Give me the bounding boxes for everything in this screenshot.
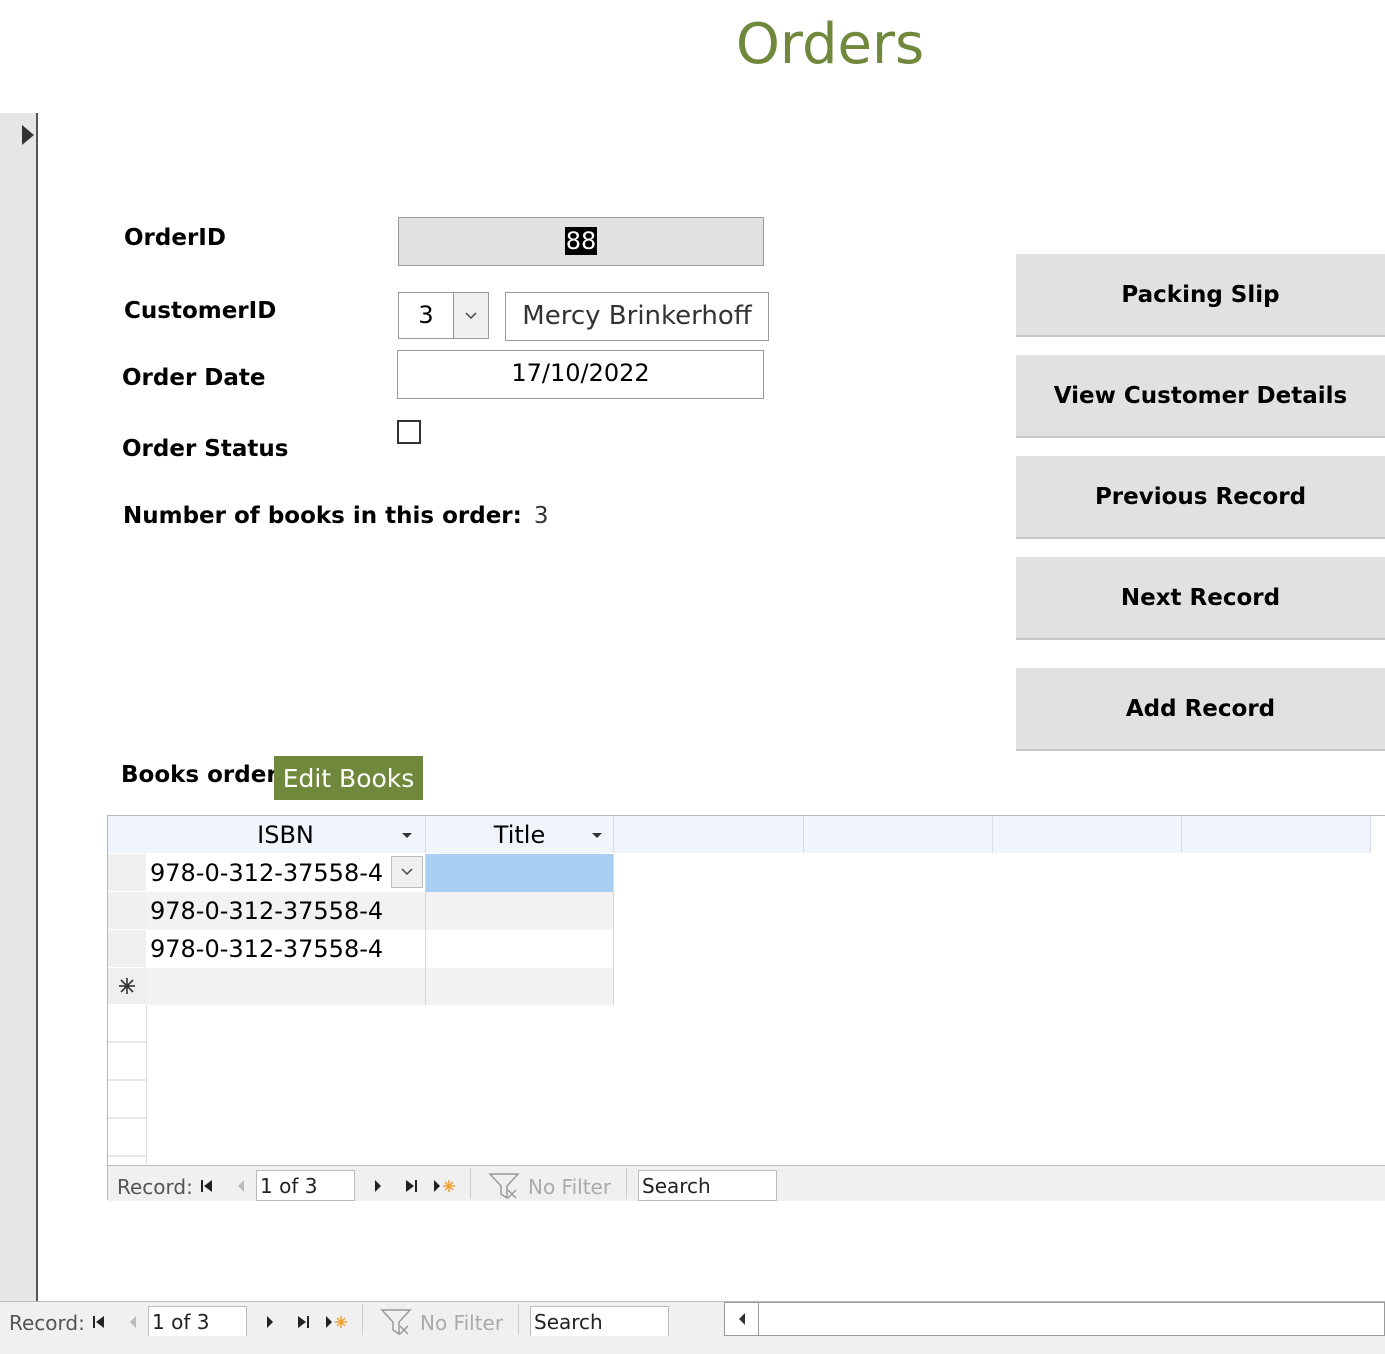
books-subform[interactable]: ISBN Title 978-0-312-37558-4 978-0-312-3… — [107, 815, 1385, 1201]
order-status-checkbox[interactable] — [397, 420, 421, 444]
new-record-icon[interactable] — [433, 1177, 457, 1195]
status-strip — [0, 1336, 1385, 1354]
edit-books-button[interactable]: Edit Books — [274, 756, 423, 800]
isbn-dropdown-button[interactable] — [391, 856, 423, 888]
order-id-field[interactable]: 88 — [398, 217, 764, 266]
order-status-label: Order Status — [122, 436, 289, 462]
column-header-label: ISBN — [257, 820, 314, 849]
customer-id-dropdown-button[interactable] — [453, 293, 488, 338]
title-cell[interactable] — [426, 854, 614, 892]
scroll-left-button[interactable] — [725, 1303, 759, 1335]
table-row[interactable]: 978-0-312-37558-4 — [146, 854, 426, 892]
next-record-button[interactable]: Next Record — [1016, 557, 1385, 640]
new-record-selector[interactable] — [108, 968, 146, 1005]
row-selector[interactable] — [108, 930, 146, 968]
column-header-isbn[interactable]: ISBN — [146, 816, 426, 853]
record-position-input[interactable]: 1 of 3 — [256, 1170, 355, 1201]
chevron-down-icon — [401, 868, 413, 876]
record-selector-bar[interactable] — [0, 113, 38, 1301]
table-row[interactable]: 978-0-312-37558-4 — [146, 892, 426, 930]
search-input[interactable]: Search — [530, 1306, 669, 1337]
record-label: Record: — [117, 1175, 193, 1199]
scroll-left-arrow-icon — [738, 1313, 745, 1325]
chevron-down-icon — [465, 311, 477, 319]
view-customer-details-button[interactable]: View Customer Details — [1016, 355, 1385, 438]
record-label: Record: — [9, 1311, 85, 1335]
no-filter-label[interactable]: No Filter — [528, 1175, 611, 1199]
new-record-title-cell[interactable] — [426, 968, 614, 1005]
row-selector[interactable] — [108, 854, 146, 892]
next-record-icon[interactable] — [373, 1179, 383, 1193]
order-date-field[interactable]: 17/10/2022 — [397, 350, 764, 399]
order-id-value: 88 — [564, 227, 598, 255]
previous-record-icon[interactable] — [128, 1315, 138, 1329]
filter-funnel-icon — [380, 1309, 412, 1336]
horizontal-scrollbar[interactable] — [724, 1302, 1385, 1336]
table-row[interactable]: 978-0-312-37558-4 — [146, 930, 426, 968]
last-record-icon[interactable] — [404, 1179, 418, 1193]
column-header-label: Title — [493, 820, 546, 849]
sort-filter-arrow-icon[interactable] — [401, 832, 413, 840]
isbn-cell[interactable]: 978-0-312-37558-4 — [150, 859, 383, 887]
empty-column-header — [804, 816, 993, 853]
num-books-value: 3 — [533, 503, 549, 529]
last-record-icon[interactable] — [296, 1315, 310, 1329]
filter-funnel-icon — [488, 1173, 520, 1200]
customer-name-field[interactable]: Mercy Brinkerhoff — [505, 292, 769, 341]
previous-record-button[interactable]: Previous Record — [1016, 456, 1385, 539]
record-position-input[interactable]: 1 of 3 — [148, 1306, 247, 1337]
customer-id-combo[interactable]: 3 — [398, 292, 489, 339]
column-header-title[interactable]: Title — [426, 816, 614, 853]
no-filter-label[interactable]: No Filter — [420, 1311, 503, 1335]
empty-row-selectors — [108, 1005, 147, 1165]
current-record-arrow-icon — [22, 125, 34, 145]
new-record-isbn-cell[interactable] — [146, 968, 426, 1005]
new-record-asterisk-icon — [119, 978, 135, 994]
title-cell[interactable] — [426, 892, 614, 930]
first-record-icon[interactable] — [92, 1315, 106, 1329]
customer-id-value: 3 — [418, 301, 434, 329]
isbn-cell[interactable]: 978-0-312-37558-4 — [150, 897, 383, 925]
select-all-corner[interactable] — [108, 816, 147, 853]
customer-id-label: CustomerID — [124, 298, 277, 324]
isbn-cell[interactable]: 978-0-312-37558-4 — [150, 935, 383, 963]
add-record-button[interactable]: Add Record — [1016, 668, 1385, 751]
sort-filter-arrow-icon[interactable] — [591, 832, 603, 840]
packing-slip-button[interactable]: Packing Slip — [1016, 254, 1385, 337]
first-record-icon[interactable] — [200, 1179, 214, 1193]
next-record-icon[interactable] — [265, 1315, 275, 1329]
empty-column-header — [1182, 816, 1371, 853]
title-cell[interactable] — [426, 930, 614, 968]
form-navigation-bar: Record: 1 of 3 No Filter Search — [0, 1301, 1385, 1337]
subform-navigation-bar: Record: 1 of 3 No Filter Search — [108, 1165, 1385, 1201]
empty-column-header — [993, 816, 1182, 853]
order-id-label: OrderID — [124, 225, 226, 251]
num-books-label: Number of books in this order: — [123, 503, 522, 529]
form-title: Orders — [735, 12, 925, 77]
search-input[interactable]: Search — [638, 1170, 777, 1201]
empty-column-header — [614, 816, 804, 853]
books-order-label: Books order — [121, 762, 278, 788]
row-selector[interactable] — [108, 892, 146, 930]
order-date-label: Order Date — [122, 365, 266, 391]
previous-record-icon[interactable] — [236, 1179, 246, 1193]
new-record-icon[interactable] — [325, 1313, 349, 1331]
